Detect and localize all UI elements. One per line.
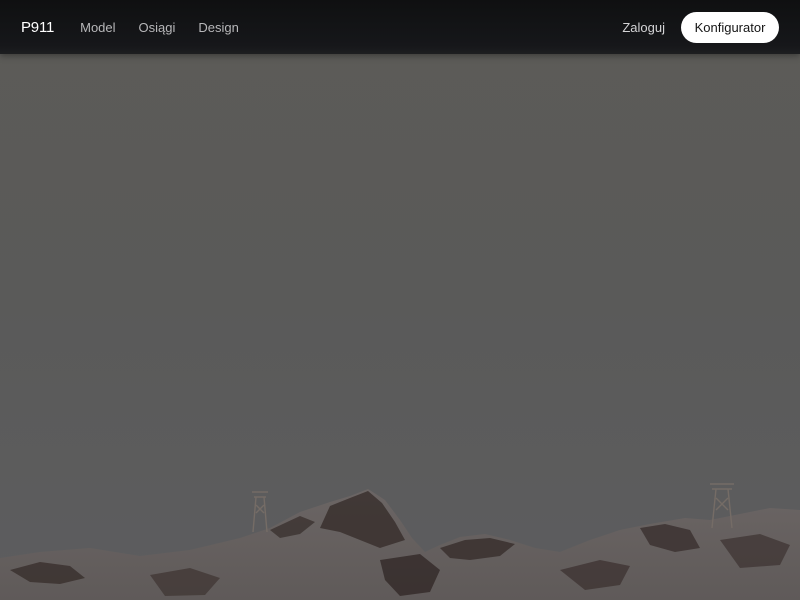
brand-logo[interactable]: P911: [21, 19, 54, 36]
top-navbar: P911 Model Osiągi Design Zaloguj Konfigu…: [0, 0, 800, 54]
hero-background: [0, 0, 800, 600]
nav-links: Model Osiągi Design: [80, 20, 239, 35]
mountain-landscape-image: [0, 0, 800, 600]
nav-link-design[interactable]: Design: [198, 20, 238, 35]
nav-link-model[interactable]: Model: [80, 20, 115, 35]
configurator-button[interactable]: Konfigurator: [681, 11, 779, 43]
nav-link-osiagi[interactable]: Osiągi: [139, 20, 176, 35]
page: P911 Model Osiągi Design Zaloguj Konfigu…: [0, 0, 800, 600]
login-link[interactable]: Zaloguj: [622, 20, 665, 35]
